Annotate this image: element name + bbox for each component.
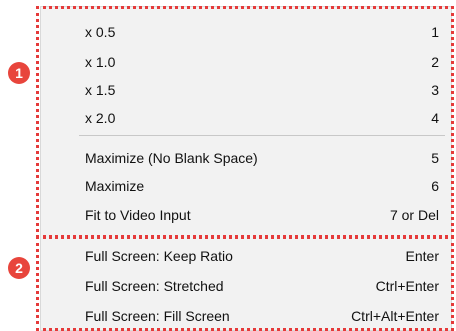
annotation-badge-2: 2 [8, 257, 30, 279]
menu-item-label: Full Screen: Keep Ratio [85, 248, 233, 264]
menu-separator [79, 135, 445, 136]
menu-item-shortcut: 1 [431, 24, 439, 40]
menu-item-label: Maximize (No Blank Space) [85, 150, 258, 166]
menu-item-label: x 2.0 [85, 110, 116, 126]
menu-item-zoom-0-5[interactable]: x 0.5 1 [41, 17, 451, 47]
menu-item-label: Full Screen: Stretched [85, 278, 224, 294]
menu-item-label: Full Screen: Fill Screen [85, 308, 230, 324]
menu-item-shortcut: 5 [431, 150, 439, 166]
menu-item-fullscreen-keep-ratio[interactable]: Full Screen: Keep Ratio Enter [41, 241, 451, 271]
menu-item-shortcut: 7 or Del [389, 207, 439, 223]
menu-item-label: Maximize [85, 178, 145, 194]
menu-item-fullscreen-stretched[interactable]: Full Screen: Stretched Ctrl+Enter [41, 271, 451, 301]
menu-item-fullscreen-fill-screen[interactable]: Full Screen: Fill Screen Ctrl+Alt+Enter [41, 301, 451, 331]
screenshot-stage: x 0.5 1 x 1.0 2 x 1.5 3 x 2.0 4 Maximize… [0, 0, 456, 331]
video-size-context-menu: x 0.5 1 x 1.0 2 x 1.5 3 x 2.0 4 Maximize… [40, 6, 452, 331]
menu-item-zoom-1-0[interactable]: x 1.0 2 [41, 47, 451, 77]
menu-item-label: x 1.0 [85, 54, 116, 70]
menu-item-shortcut: Ctrl+Alt+Enter [351, 308, 439, 324]
menu-item-shortcut: 3 [431, 82, 439, 98]
menu-item-shortcut: 2 [431, 54, 439, 70]
annotation-badge-1: 1 [8, 62, 30, 84]
menu-item-fit-to-video-input[interactable]: Fit to Video Input 7 or Del [41, 200, 451, 230]
menu-item-shortcut: Ctrl+Enter [375, 278, 439, 294]
menu-item-zoom-2-0[interactable]: x 2.0 4 [41, 103, 451, 133]
menu-item-maximize-no-blank[interactable]: Maximize (No Blank Space) 5 [41, 143, 451, 173]
menu-item-shortcut: 4 [431, 110, 439, 126]
menu-item-zoom-1-5[interactable]: x 1.5 3 [41, 75, 451, 105]
menu-item-shortcut: Enter [405, 248, 439, 264]
menu-item-label: Fit to Video Input [85, 207, 191, 223]
menu-item-label: x 0.5 [85, 24, 116, 40]
menu-item-label: x 1.5 [85, 82, 116, 98]
menu-item-shortcut: 6 [431, 178, 439, 194]
menu-item-maximize[interactable]: Maximize 6 [41, 171, 451, 201]
